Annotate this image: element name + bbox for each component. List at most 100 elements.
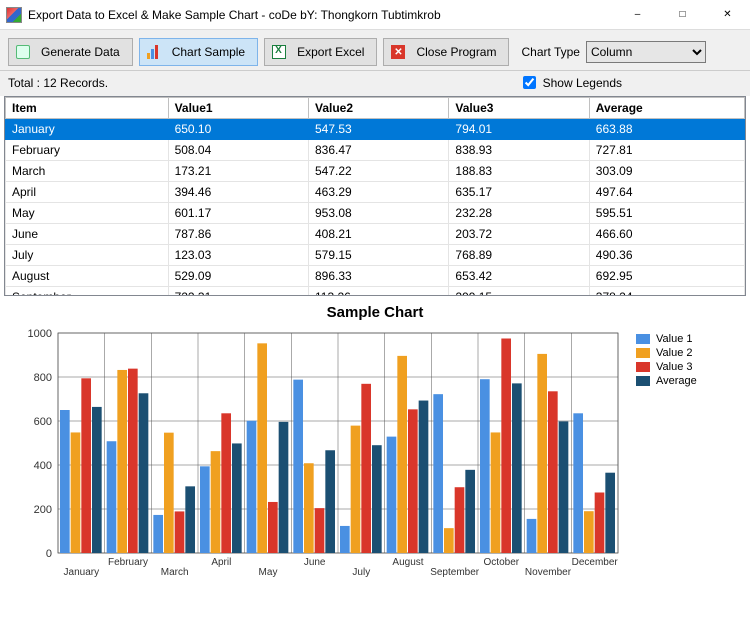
column-header[interactable]: Value3 [449, 98, 589, 119]
column-header[interactable]: Value2 [308, 98, 448, 119]
table-row[interactable]: April394.46463.29635.17497.64 [6, 182, 745, 203]
table-cell: 529.09 [168, 266, 308, 287]
table-cell: 303.09 [589, 161, 744, 182]
column-header[interactable]: Value1 [168, 98, 308, 119]
chart-sample-label: Chart Sample [172, 45, 245, 59]
minimize-button[interactable]: – [615, 1, 660, 29]
table-cell: 601.17 [168, 203, 308, 224]
legend-item: Value 3 [636, 361, 697, 373]
table-cell: 838.93 [449, 140, 589, 161]
table-row[interactable]: August529.09896.33653.42692.95 [6, 266, 745, 287]
chart-sample-button[interactable]: Chart Sample [139, 38, 258, 66]
data-grid[interactable]: ItemValue1Value2Value3Average January650… [4, 96, 746, 296]
export-excel-label: Export Excel [297, 45, 364, 59]
table-row[interactable]: September722.31113.26299.15378.24 [6, 287, 745, 297]
table-row[interactable]: January650.10547.53794.01663.88 [6, 119, 745, 140]
svg-text:200: 200 [34, 504, 52, 516]
legend-swatch [636, 348, 650, 358]
legend-label: Value 2 [656, 347, 693, 359]
table-cell: 463.29 [308, 182, 448, 203]
sample-chart: 02004006008001000JanuaryFebruaryMarchApr… [8, 323, 628, 603]
svg-text:November: November [525, 567, 572, 578]
legend-item: Average [636, 375, 697, 387]
legend-label: Value 3 [656, 361, 693, 373]
table-cell: 490.36 [589, 245, 744, 266]
maximize-button[interactable]: □ [660, 1, 705, 29]
show-legends-checkbox-wrap[interactable]: Show Legends [519, 73, 622, 92]
close-program-label: Close Program [416, 45, 496, 59]
app-icon [6, 7, 22, 23]
table-row[interactable]: July123.03579.15768.89490.36 [6, 245, 745, 266]
legend-label: Average [656, 375, 697, 387]
table-cell: May [6, 203, 169, 224]
svg-text:October: October [484, 557, 520, 568]
table-cell: 653.42 [449, 266, 589, 287]
show-legends-label: Show Legends [543, 76, 622, 90]
legend-item: Value 1 [636, 333, 697, 345]
svg-text:June: June [304, 557, 326, 568]
svg-text:March: March [161, 567, 189, 578]
table-cell: 466.60 [589, 224, 744, 245]
table-cell: 508.04 [168, 140, 308, 161]
table-cell: 378.24 [589, 287, 744, 297]
svg-text:January: January [64, 567, 100, 578]
chart-title: Sample Chart [8, 304, 742, 321]
table-cell: 394.46 [168, 182, 308, 203]
table-cell: 787.86 [168, 224, 308, 245]
column-header[interactable]: Item [6, 98, 169, 119]
table-row[interactable]: February508.04836.47838.93727.81 [6, 140, 745, 161]
generate-data-button[interactable]: Generate Data [8, 38, 133, 66]
legend-swatch [636, 376, 650, 386]
generate-icon [15, 44, 31, 60]
table-cell: 722.31 [168, 287, 308, 297]
legend-swatch [636, 334, 650, 344]
table-cell: July [6, 245, 169, 266]
window-title: Export Data to Excel & Make Sample Chart… [28, 8, 615, 22]
close-program-button[interactable]: ✕ Close Program [383, 38, 509, 66]
show-legends-checkbox[interactable] [523, 76, 536, 89]
table-cell: August [6, 266, 169, 287]
table-cell: 595.51 [589, 203, 744, 224]
table-cell: 173.21 [168, 161, 308, 182]
table-cell: 408.21 [308, 224, 448, 245]
chart-icon [146, 44, 162, 60]
table-cell: 547.53 [308, 119, 448, 140]
table-row[interactable]: May601.17953.08232.28595.51 [6, 203, 745, 224]
table-cell: 896.33 [308, 266, 448, 287]
table-cell: February [6, 140, 169, 161]
chart-type-select[interactable]: Column [586, 41, 706, 63]
table-cell: 635.17 [449, 182, 589, 203]
table-cell: 299.15 [449, 287, 589, 297]
svg-text:400: 400 [34, 460, 52, 472]
table-cell: 188.83 [449, 161, 589, 182]
table-cell: 692.95 [589, 266, 744, 287]
table-cell: 727.81 [589, 140, 744, 161]
svg-text:September: September [430, 567, 480, 578]
table-cell: March [6, 161, 169, 182]
svg-text:December: December [572, 557, 619, 568]
table-cell: 497.64 [589, 182, 744, 203]
export-excel-button[interactable]: Export Excel [264, 38, 377, 66]
table-cell: April [6, 182, 169, 203]
generate-data-label: Generate Data [41, 45, 120, 59]
close-window-button[interactable]: ✕ [705, 1, 750, 29]
svg-text:800: 800 [34, 372, 52, 384]
table-cell: 113.26 [308, 287, 448, 297]
table-cell: 232.28 [449, 203, 589, 224]
table-row[interactable]: June787.86408.21203.72466.60 [6, 224, 745, 245]
chart-type-label: Chart Type [521, 45, 579, 59]
table-cell: 794.01 [449, 119, 589, 140]
column-header[interactable]: Average [589, 98, 744, 119]
table-cell: September [6, 287, 169, 297]
table-row[interactable]: March173.21547.22188.83303.09 [6, 161, 745, 182]
table-cell: 663.88 [589, 119, 744, 140]
table-cell: 953.08 [308, 203, 448, 224]
svg-text:600: 600 [34, 416, 52, 428]
svg-text:April: April [211, 557, 231, 568]
svg-text:May: May [259, 567, 278, 578]
excel-icon [271, 44, 287, 60]
svg-text:July: July [352, 567, 370, 578]
svg-text:0: 0 [46, 548, 52, 560]
table-cell: 123.03 [168, 245, 308, 266]
svg-text:February: February [108, 557, 148, 568]
